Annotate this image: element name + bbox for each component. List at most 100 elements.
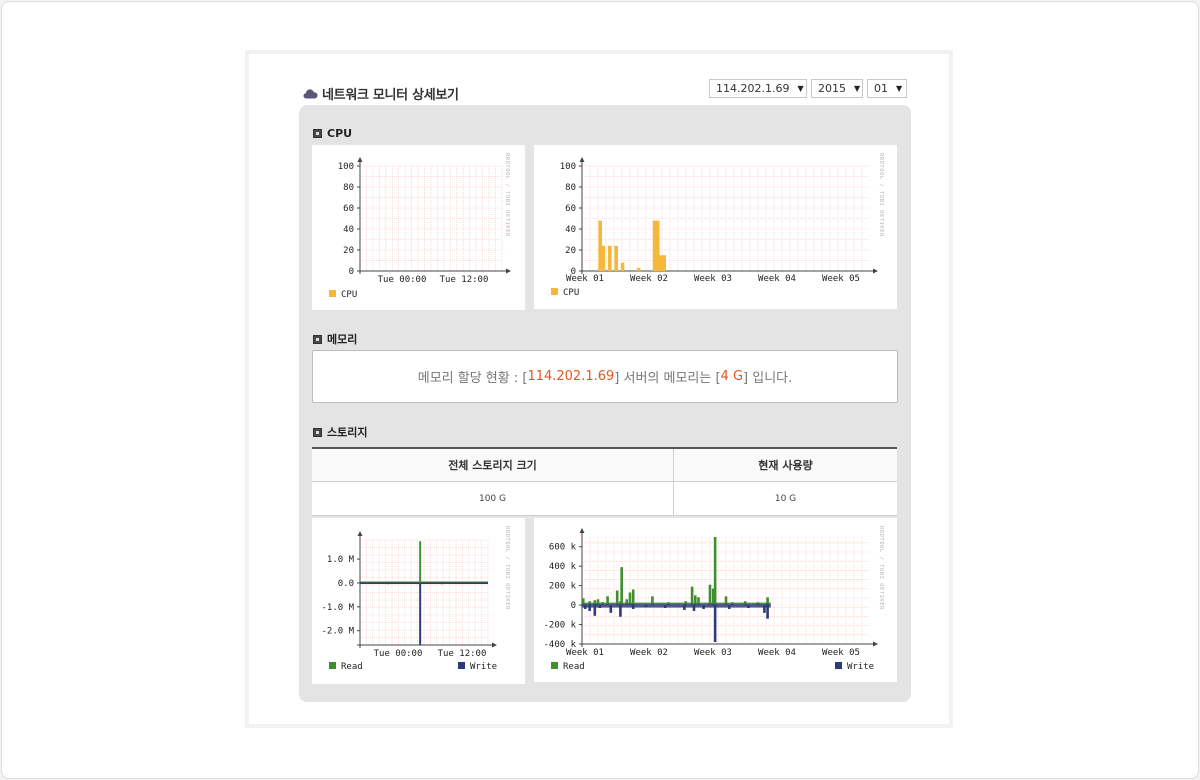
watermark-label: RRDTOOL / TOBI OETIKER — [878, 153, 884, 237]
x-tick-label: Tue 12:00 — [440, 275, 489, 285]
y-tick-label: 0 — [571, 601, 576, 611]
x-tick-label: Week 01 — [566, 648, 604, 658]
read-bar — [708, 584, 712, 606]
current-usage-value: 10 G — [673, 481, 897, 516]
cpu-daily-chart: RRDTOOL / TOBI OETIKER 100 80 60 40 20 0 Tue 00… — [312, 145, 525, 310]
legend-swatch — [551, 662, 558, 669]
memory-text-middle: ] 서버의 메모리는 [ — [614, 371, 721, 386]
y-tick-label: -200 k — [543, 621, 576, 631]
memory-text-suffix: ] 입니다. — [743, 371, 793, 386]
storage-heading-label: 스토리지 — [327, 426, 368, 439]
section-bullet-icon — [313, 334, 322, 344]
x-axis-arrow-icon — [506, 268, 511, 274]
memory-heading-label: 메모리 — [327, 333, 358, 346]
x-axis-arrow-icon — [873, 641, 878, 647]
x-tick-label: Week 05 — [822, 274, 860, 284]
legend-label: Read — [341, 662, 363, 672]
y-tick-label: 100 — [560, 162, 576, 172]
x-tick-label: Week 02 — [630, 274, 668, 284]
memory-server: 114.202.1.69 — [527, 369, 615, 384]
cpu-section-heading: CPU — [313, 125, 352, 141]
cpu-bar — [656, 220, 660, 271]
cloud-icon — [303, 88, 318, 99]
y-tick-label: 40 — [343, 225, 354, 235]
legend-label: Read — [563, 662, 585, 672]
chevron-down-icon: ▼ — [854, 84, 861, 93]
read-bar — [620, 567, 623, 606]
legend-swatch — [458, 662, 465, 669]
x-tick-label: Week 04 — [758, 648, 796, 658]
storage-daily-chart: RRDTOOL / TOBI OETIKER 1.0 M 0.0 -1.0 M -2.0… — [312, 518, 525, 684]
y-tick-label: -2.0 M — [321, 627, 354, 637]
watermark-label: RRDTOOL / TOBI OETIKER — [878, 526, 884, 610]
read-bar — [690, 586, 694, 606]
x-tick-label: Week 02 — [630, 648, 668, 658]
page-title: 네트워크 모니터 상세보기 — [303, 83, 459, 103]
x-tick-label: Week 05 — [822, 648, 860, 658]
cpu-bar — [659, 255, 663, 271]
y-axis-arrow-icon — [357, 531, 363, 536]
server-select-value: 114.202.1.69 — [716, 82, 790, 95]
page-title-text: 네트워크 모니터 상세보기 — [322, 87, 459, 103]
legend-swatch — [329, 290, 336, 297]
y-tick-label: 0 — [349, 267, 354, 277]
content-area: CPU RRDTOOL / TOBI OETIKER 100 80 60 40 20 0 Tu… — [299, 105, 911, 702]
y-axis-arrow-icon — [579, 528, 585, 533]
filter-bar: 114.202.1.69 ▼ 2015 ▼ 01 ▼ — [709, 79, 907, 98]
data-point — [386, 581, 390, 585]
data-point — [440, 581, 444, 585]
legend-label: Write — [470, 662, 497, 672]
cpu-bar — [652, 220, 657, 271]
year-select[interactable]: 2015 ▼ — [811, 79, 863, 98]
cpu-bar — [598, 220, 602, 271]
cpu-bar — [601, 245, 606, 271]
x-tick-label: Week 03 — [694, 648, 732, 658]
y-tick-label: 20 — [565, 246, 576, 256]
legend-label: CPU — [341, 290, 357, 300]
cpu-bar — [620, 262, 625, 271]
section-bullet-icon — [313, 128, 322, 138]
server-select[interactable]: 114.202.1.69 ▼ — [709, 79, 807, 98]
y-tick-label: 100 — [338, 162, 354, 172]
monitor-inner-panel: 네트워크 모니터 상세보기 114.202.1.69 ▼ 2015 ▼ 01 ▼… — [249, 54, 949, 724]
monitor-panel: 네트워크 모니터 상세보기 114.202.1.69 ▼ 2015 ▼ 01 ▼… — [245, 50, 953, 728]
x-axis-arrow-icon — [492, 642, 497, 648]
chevron-down-icon: ▼ — [797, 84, 804, 93]
y-tick-label: 80 — [343, 183, 354, 193]
storage-section-heading: 스토리지 — [313, 424, 367, 440]
total-size-value: 100 G — [312, 481, 674, 516]
y-tick-label: 60 — [565, 204, 576, 214]
y-tick-label: 80 — [565, 183, 576, 193]
cpu-heading-label: CPU — [327, 126, 353, 140]
storage-monthly-chart: RRDTOOL / TOBI OETIKER 600 k 400 k 200 k 0 -2… — [534, 518, 897, 682]
read-bar — [713, 537, 717, 606]
table-header-row: 전체 스토리지 크기 현재 사용량 — [312, 448, 897, 482]
storage-table: 전체 스토리지 크기 현재 사용량 100 G 10 G — [312, 447, 897, 516]
legend-swatch — [835, 662, 842, 669]
month-select[interactable]: 01 ▼ — [867, 79, 907, 98]
watermark-label: RRDTOOL / TOBI OETIKER — [504, 526, 510, 610]
legend-swatch — [329, 662, 336, 669]
legend-label: CPU — [563, 288, 579, 298]
x-tick-label: Tue 12:00 — [438, 649, 487, 659]
watermark-label: RRDTOOL / TOBI OETIKER — [504, 153, 510, 237]
y-axis-arrow-icon — [357, 157, 363, 162]
y-tick-label: 0.0 — [338, 579, 354, 589]
x-tick-label: Week 03 — [694, 274, 732, 284]
col-current-usage: 현재 사용량 — [673, 448, 897, 482]
y-tick-label: 20 — [343, 246, 354, 256]
y-tick-label: -1.0 M — [321, 603, 354, 613]
cpu-monthly-chart: RRDTOOL / TOBI OETIKER 100 80 60 40 20 0 Week 0… — [534, 145, 897, 309]
y-tick-label: 40 — [565, 225, 576, 235]
memory-status-box: 메모리 할당 현황 : [114.202.1.69] 서버의 메모리는 [4 G… — [312, 350, 898, 403]
cpu-bar — [636, 267, 641, 271]
memory-text-prefix: 메모리 할당 현황 : [ — [417, 371, 528, 386]
y-tick-label: 1.0 M — [327, 555, 355, 565]
legend-label: Write — [847, 662, 874, 672]
y-axis-arrow-icon — [579, 157, 585, 162]
col-total-size: 전체 스토리지 크기 — [312, 448, 674, 482]
y-tick-label: 600 k — [549, 543, 577, 553]
month-select-value: 01 — [874, 82, 888, 95]
table-row: 100 G 10 G — [312, 481, 897, 516]
write-baseline — [582, 603, 771, 608]
